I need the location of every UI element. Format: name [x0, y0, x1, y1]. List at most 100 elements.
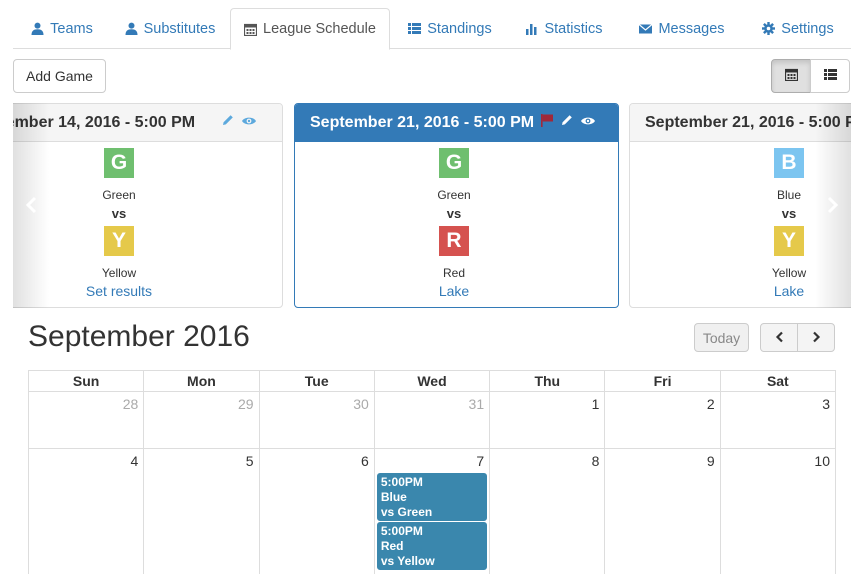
user-icon [125, 22, 138, 35]
tab-settings[interactable]: Settings [745, 8, 851, 49]
tab-label: Standings [427, 20, 492, 37]
calendar-icon [244, 23, 258, 36]
user-icon [31, 22, 44, 35]
tab-label: Settings [781, 20, 834, 37]
game-card-selected: September 21, 2016 - 5:00 PM G Green vs … [294, 103, 619, 308]
tab-messages[interactable]: Messages [619, 8, 745, 49]
weekday-header: Sat [719, 370, 837, 392]
day-number: 28 [122, 396, 139, 412]
envelope-icon [639, 22, 653, 35]
edit-icon[interactable] [221, 113, 235, 132]
weekday-header: Mon [143, 370, 260, 392]
calendar-view-button[interactable] [771, 59, 811, 93]
vs-label: vs [111, 206, 127, 221]
weekday-header: Fri [604, 370, 721, 392]
day-cell[interactable]: 29 [143, 391, 260, 449]
game-carousel: September 14, 2016 - 5:00 PM G Green vs … [13, 103, 851, 308]
view-icon[interactable] [241, 114, 257, 132]
event-opponent: vs Green [380, 505, 433, 519]
day-number: 8 [591, 453, 600, 469]
tab-teams[interactable]: Teams [13, 8, 111, 49]
team-badge: Y [774, 226, 804, 256]
day-cell[interactable]: 7 5:00PM Blue vs Green 5:00PM Red vs Yel… [373, 448, 491, 574]
day-number: 29 [237, 396, 254, 412]
nav-tabs: Teams Substitutes League Schedule Standi… [13, 8, 851, 50]
calendar-icon [784, 68, 798, 84]
team-name: Yellow [101, 266, 137, 280]
day-cell[interactable]: 6 [258, 448, 375, 574]
day-cell[interactable]: 2 [604, 391, 721, 449]
tab-label: League Schedule [263, 21, 376, 37]
carousel-next-button[interactable] [815, 103, 851, 308]
next-month-button[interactable] [797, 323, 835, 352]
team-name: Green [102, 188, 136, 202]
day-number: 5 [245, 453, 254, 469]
add-game-button[interactable]: Add Game [13, 59, 106, 93]
day-cell[interactable]: 8 [489, 448, 606, 574]
month-nav [760, 323, 836, 352]
vs-label: vs [446, 206, 462, 221]
weekday-header: Sun [27, 370, 145, 392]
day-number: 9 [706, 453, 715, 469]
month-grid: Sun Mon Tue Wed Thu Fri Sat 28 29 30 31 … [27, 370, 837, 574]
event-team: Blue [380, 490, 407, 504]
day-cell[interactable]: 3 [719, 391, 837, 449]
game-card-header: September 14, 2016 - 5:00 PM [13, 104, 282, 142]
day-cell[interactable]: 31 [373, 391, 491, 449]
event-opponent: vs Yellow [380, 554, 435, 568]
day-cell[interactable]: 4 [27, 448, 145, 574]
weekday-header: Tue [258, 370, 375, 392]
game-card-header: September 21, 2016 - 5:00 PM [295, 104, 618, 142]
tab-standings[interactable]: Standings [391, 8, 509, 49]
event-time: 5:00PM [380, 524, 423, 538]
team-name: Red [442, 266, 465, 280]
edit-icon[interactable] [560, 113, 574, 132]
list-view-button[interactable] [810, 59, 850, 93]
day-cell[interactable]: 30 [258, 391, 375, 449]
game-date: September 21, 2016 - 5:00 PM [310, 113, 535, 131]
chevron-right-icon [812, 330, 821, 346]
event-time: 5:00PM [380, 475, 423, 489]
today-button[interactable]: Today [694, 323, 749, 352]
calendar-event[interactable]: 5:00PM Blue vs Green [376, 473, 488, 521]
day-cell[interactable]: 28 [27, 391, 145, 449]
view-toggle [771, 59, 851, 93]
day-number: 7 [476, 453, 485, 469]
tab-statistics[interactable]: Statistics [509, 8, 619, 49]
chevron-left-icon [25, 190, 37, 221]
day-cell[interactable]: 5 [143, 448, 260, 574]
day-number: 4 [130, 453, 139, 469]
view-icon[interactable] [580, 114, 596, 132]
chevron-right-icon [827, 190, 839, 221]
team-badge: Y [104, 226, 134, 256]
day-number: 30 [353, 396, 369, 412]
tab-label: Teams [50, 20, 93, 37]
tab-label: Statistics [544, 20, 603, 37]
prev-month-button[interactable] [760, 323, 798, 352]
team-badge: R [439, 226, 469, 256]
team-badge: G [104, 148, 134, 178]
set-results-link[interactable]: Set results [39, 283, 199, 299]
team-badge: G [439, 148, 469, 178]
tab-league-schedule[interactable]: League Schedule [230, 8, 390, 50]
list-icon [823, 68, 837, 84]
day-number: 10 [814, 453, 830, 469]
event-team: Red [380, 539, 404, 553]
calendar-event[interactable]: 5:00PM Red vs Yellow [376, 522, 488, 570]
day-cell[interactable]: 1 [489, 391, 606, 449]
team-badge: B [774, 148, 804, 178]
tab-substitutes[interactable]: Substitutes [111, 8, 229, 49]
day-cell[interactable]: 9 [604, 448, 721, 574]
gear-icon [762, 22, 776, 35]
day-number: 3 [822, 396, 830, 412]
bar-chart-icon [525, 22, 538, 35]
day-cell[interactable]: 10 [719, 448, 837, 574]
carousel-prev-button[interactable] [13, 103, 49, 308]
flag-icon [540, 113, 554, 132]
location-link[interactable]: Lake [374, 283, 534, 299]
tab-label: Messages [658, 20, 725, 37]
chevron-left-icon [775, 330, 784, 346]
list-icon [408, 22, 422, 35]
game-card: September 14, 2016 - 5:00 PM G Green vs … [13, 103, 283, 308]
day-number: 1 [591, 396, 600, 412]
